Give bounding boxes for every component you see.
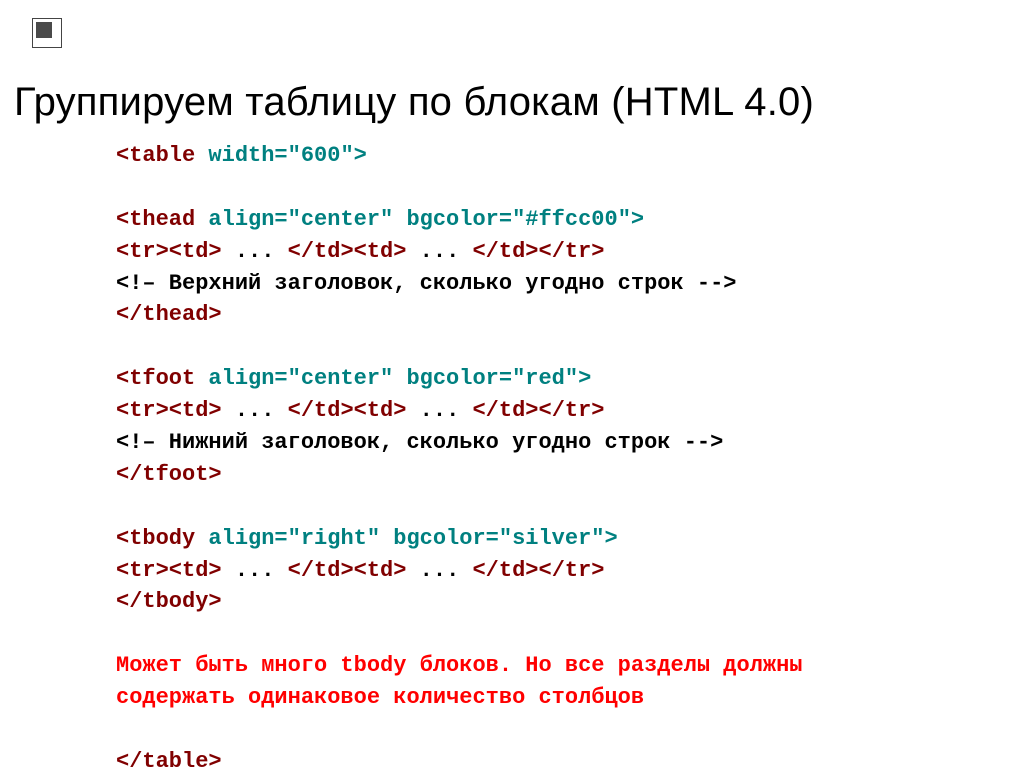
code-text: ... [406, 239, 472, 264]
code-tag: </td></tr> [472, 239, 604, 264]
slide-bullet-icon [32, 18, 64, 50]
code-note: содержать одинаковое количество столбцов [116, 685, 644, 710]
slide-title: Группируем таблицу по блокам (HTML 4.0) [14, 80, 814, 125]
code-tag: </tbody> [116, 589, 222, 614]
code-tag: <tr><td> [116, 558, 222, 583]
code-text: ... [406, 558, 472, 583]
code-attr: align="center" bgcolor="red"> [208, 366, 591, 391]
code-block: <table width="600"> <thead align="center… [116, 140, 803, 778]
code-tag: <tbody [116, 526, 208, 551]
code-tag: </thead> [116, 302, 222, 327]
code-tag: <table [116, 143, 208, 168]
code-attr: align="right" bgcolor="silver"> [208, 526, 617, 551]
code-tag: </table> [116, 749, 222, 774]
code-tag: </tfoot> [116, 462, 222, 487]
code-tag: </td><td> [288, 558, 407, 583]
code-tag: <tr><td> [116, 239, 222, 264]
code-text: ... [406, 398, 472, 423]
code-attr: align="center" bgcolor="#ffcc00"> [208, 207, 644, 232]
code-tag: </td></tr> [472, 398, 604, 423]
code-tag: <tfoot [116, 366, 208, 391]
code-text: ... [222, 398, 288, 423]
code-comment: <!– Верхний заголовок, сколько угодно ст… [116, 271, 737, 296]
code-comment: <!– Нижний заголовок, сколько угодно стр… [116, 430, 723, 455]
code-tag: </td><td> [288, 239, 407, 264]
code-text: ... [222, 558, 288, 583]
code-attr: width="600"> [208, 143, 366, 168]
code-note: Может быть много tbody блоков. Но все ра… [116, 653, 803, 678]
code-tag: </td></tr> [472, 558, 604, 583]
code-tag: <tr><td> [116, 398, 222, 423]
code-tag: </td><td> [288, 398, 407, 423]
code-tag: <thead [116, 207, 208, 232]
code-text: ... [222, 239, 288, 264]
